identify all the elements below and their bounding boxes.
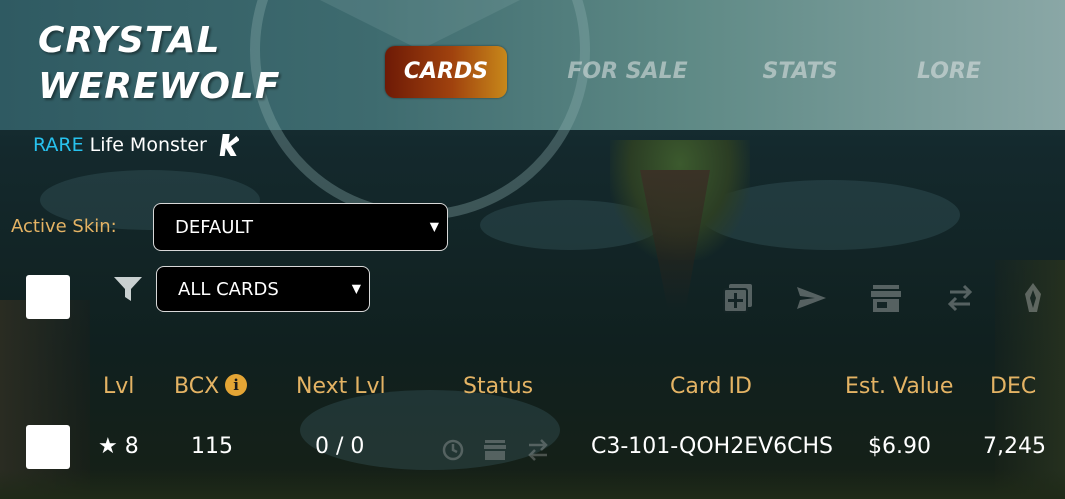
chevron-down-icon: ▼ xyxy=(351,281,361,296)
chevron-down-icon: ▼ xyxy=(429,219,439,234)
active-skin-value: DEFAULT xyxy=(175,216,253,238)
column-header-dec[interactable]: DEC xyxy=(990,372,1036,402)
card-filter-value: ALL CARDS xyxy=(178,278,279,300)
card-filter-select[interactable]: ALL CARDS ▼ xyxy=(156,266,370,312)
active-skin-label: Active Skin: xyxy=(11,216,117,237)
column-header-bcx[interactable]: BCX i xyxy=(174,372,248,402)
tab-for-sale[interactable]: FOR SALE xyxy=(560,46,695,98)
card-subtitle: RARE Life Monster xyxy=(33,132,240,158)
combine-icon[interactable] xyxy=(722,282,754,314)
filter-icon[interactable] xyxy=(113,275,143,303)
column-header-lvl[interactable]: Lvl xyxy=(103,372,134,402)
row-lvl: ★ 8 xyxy=(98,434,139,459)
column-header-next-lvl[interactable]: Next Lvl xyxy=(296,372,386,402)
info-icon[interactable]: i xyxy=(225,374,248,396)
row-next-lvl: 0 / 0 xyxy=(315,434,365,459)
tab-stats[interactable]: STATS xyxy=(755,46,845,98)
row-est-value: $6.90 xyxy=(868,434,931,459)
row-dec: 7,245 xyxy=(983,434,1046,459)
row-card-id[interactable]: C3-101-QOH2EV6CHS xyxy=(591,432,833,462)
active-skin-select[interactable]: DEFAULT ▼ xyxy=(153,203,448,251)
card-title-line2: WEREWOLF xyxy=(38,66,281,107)
burn-icon[interactable] xyxy=(1017,282,1049,314)
row-select-checkbox[interactable] xyxy=(26,425,70,469)
card-title-line1: CRYSTAL xyxy=(38,20,221,61)
market-icon[interactable] xyxy=(870,282,902,314)
untamed-edition-icon xyxy=(217,132,240,158)
transfer-icon[interactable] xyxy=(944,282,976,314)
card-title: CRYSTAL WEREWOLF xyxy=(38,18,280,110)
card-type-label: Life Monster xyxy=(89,134,207,156)
tab-cards[interactable]: CARDS xyxy=(385,46,507,98)
tab-lore[interactable]: LORE xyxy=(905,46,993,98)
column-header-card-id[interactable]: Card ID xyxy=(670,372,752,402)
row-bcx: 115 xyxy=(191,434,233,459)
column-header-status[interactable]: Status xyxy=(463,372,533,402)
transfer-icon xyxy=(526,438,550,462)
send-icon[interactable] xyxy=(795,282,827,314)
column-header-bcx-label: BCX xyxy=(174,374,220,399)
market-icon xyxy=(483,438,507,462)
column-header-est-value[interactable]: Est. Value xyxy=(845,372,953,402)
rarity-label: RARE xyxy=(33,134,84,156)
clock-icon xyxy=(441,438,465,462)
select-all-checkbox[interactable] xyxy=(26,275,70,319)
